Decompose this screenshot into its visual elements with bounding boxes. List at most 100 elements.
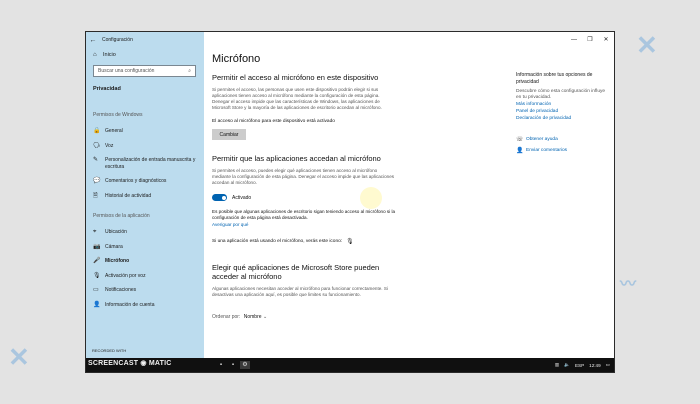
sidebar-item-label: Inicio (103, 52, 116, 58)
section-title: Privacidad (93, 86, 121, 92)
sort-value: Nombre (243, 314, 262, 320)
notification-center-icon[interactable]: ▭ (606, 362, 610, 368)
maximize-icon[interactable]: ❐ (582, 32, 598, 48)
microphone-icon: 🎤 (93, 258, 101, 264)
minimize-icon[interactable]: — (566, 32, 582, 48)
sidebar-item-label: Cámara (105, 243, 123, 250)
sidebar: ← Configuración ⌂ Inicio Buscar una conf… (86, 32, 204, 358)
app-access-description: Si permites el acceso, puedes elegir qué… (212, 168, 395, 185)
device-access-heading: Permitir el acceso al micrófono en este … (212, 73, 379, 82)
lock-icon: 🔒 (93, 128, 101, 134)
notifications-icon: ▭ (93, 287, 99, 293)
sidebar-item-microphone[interactable]: 🎤 Micrófono (86, 254, 204, 269)
voice-activation-icon: 🎙 (93, 272, 101, 279)
language-indicator[interactable]: ESP (575, 363, 584, 368)
toggle-knob (221, 195, 226, 200)
privacy-dashboard-link[interactable]: Panel de privacidad (516, 108, 611, 115)
taskbar-app-icon[interactable]: ▪ (216, 361, 226, 369)
account-info-icon: 👤 (93, 301, 101, 308)
sidebar-item-feedback[interactable]: 💬 Comentarios y diagnósticos (86, 174, 204, 189)
group-header: Permisos de la aplicación (93, 213, 150, 219)
sidebar-item-account-info[interactable]: 👤 Información de cuenta (86, 298, 204, 313)
sidebar-item-home[interactable]: ⌂ Inicio (86, 48, 204, 62)
search-placeholder: Buscar una configuración (98, 68, 155, 74)
chevron-down-icon: ⌄ (262, 314, 268, 320)
sidebar-item-history[interactable]: 🗎 Historial de actividad (86, 189, 204, 204)
volume-icon[interactable]: 🔈 (564, 362, 570, 368)
titlebar: ← Configuración (86, 32, 204, 48)
sidebar-item-label: Notificaciones (105, 287, 137, 293)
sidebar-item-label: General (105, 128, 123, 134)
device-access-description: Si permites el acceso, las personas que … (212, 87, 382, 110)
sidebar-item-label: Historial de actividad (105, 192, 152, 199)
search-icon[interactable]: ⌕ (188, 68, 191, 74)
sidebar-item-camera[interactable]: 📷 Cámara (86, 240, 204, 255)
taskbar-app-icon[interactable]: ▪ (228, 361, 238, 369)
sidebar-item-lock[interactable]: 🔒 General (86, 124, 204, 139)
in-use-icon-note: Si una aplicación está usando el micrófo… (212, 238, 496, 245)
sidebar-item-label: Personalización de entrada manuscrita y … (105, 157, 196, 170)
back-arrow-icon[interactable]: ← (86, 37, 100, 44)
background-decoration: ✕ (636, 30, 658, 60)
app-access-toggle[interactable] (212, 194, 227, 201)
watermark: SCREENCAST ◉ MATIC (88, 360, 172, 367)
settings-taskbar-icon[interactable]: ⚙ (240, 361, 250, 369)
microphone-icon: 🎙 (346, 239, 354, 245)
sidebar-item-speech[interactable]: 🗣 Voz (86, 139, 204, 154)
home-icon: ⌂ (93, 52, 97, 58)
device-access-status: El acceso al micrófono para este disposi… (212, 119, 335, 124)
location-icon: ⌖ (93, 229, 97, 235)
main-content: Micrófono Permitir el acceso al micrófon… (212, 32, 496, 358)
system-tray: ▥ 🔈 ESP 12:49 ▭ (555, 358, 610, 372)
settings-window: ← Configuración ⌂ Inicio Buscar una conf… (86, 32, 614, 372)
taskbar: SCREENCAST ◉ MATIC ▪ ▪ ⚙ ▥ 🔈 ESP 12:49 ▭ (86, 358, 614, 372)
change-button[interactable]: Cambiar (212, 129, 246, 140)
sort-dropdown[interactable]: Ordenar por: Nombre ⌄ (212, 314, 496, 320)
get-help-link[interactable]: ☏ Obtener ayuda (516, 136, 611, 143)
background-decoration: 〰 (620, 276, 637, 293)
privacy-statement-link[interactable]: Declaración de privacidad (516, 115, 611, 122)
get-help-label: Obtener ayuda (526, 137, 558, 142)
desktop-apps-note: Es posible que algunas aplicaciones de e… (212, 209, 396, 220)
sidebar-item-voice-activation[interactable]: 🎙 Activación por voz (86, 269, 204, 284)
more-info-link[interactable]: Más información (516, 101, 611, 108)
privacy-info-title: Información sobre tus opciones de privac… (516, 72, 593, 85)
pen-icon: ✎ (93, 157, 99, 163)
help-icon: ☏ (516, 137, 524, 143)
window-controls: — ❐ ✕ (566, 32, 614, 48)
recorded-with-label: RECORDED WITH (92, 348, 127, 353)
camera-icon: 📷 (93, 243, 101, 250)
sidebar-item-label: Micrófono (105, 258, 130, 264)
sidebar-item-location[interactable]: ⌖ Ubicación (86, 225, 204, 240)
sidebar-item-label: Activación por voz (105, 272, 146, 279)
send-feedback-link[interactable]: 👤 Enviar comentarios (516, 147, 611, 154)
page-title: Micrófono (212, 53, 261, 65)
store-apps-description: Algunas aplicaciones necesitan acceder a… (212, 286, 388, 297)
network-icon[interactable]: ▥ (555, 362, 559, 368)
privacy-info-description: Descubre cómo esta configuración influye… (516, 89, 606, 100)
learn-why-link[interactable]: Averiguar por qué (212, 222, 397, 228)
sidebar-item-pen[interactable]: ✎ Personalización de entrada manuscrita y… (86, 153, 204, 174)
store-apps-heading: Elegir qué aplicaciones de Microsoft Sto… (212, 263, 380, 281)
search-input[interactable]: Buscar una configuración ⌕ (93, 65, 196, 77)
history-icon: 🗎 (93, 192, 98, 199)
right-panel: Información sobre tus opciones de privac… (516, 72, 611, 154)
feedback-icon: 💬 (93, 178, 101, 184)
clock[interactable]: 12:49 (589, 363, 601, 368)
sidebar-item-label: Comentarios y diagnósticos (105, 178, 167, 184)
in-use-icon-note-text: Si una aplicación está usando el micrófo… (212, 239, 343, 244)
toggle-label: Activado (232, 194, 252, 201)
send-feedback-label: Enviar comentarios (526, 148, 568, 153)
speech-icon: 🗣 (93, 142, 101, 149)
sidebar-item-label: Ubicación (105, 229, 127, 235)
sidebar-item-label: Información de cuenta (105, 301, 155, 308)
background-decoration: ✕ (8, 342, 30, 372)
feedback-icon: 👤 (516, 148, 524, 154)
app-title: Configuración (102, 37, 133, 43)
sort-label: Ordenar por: (212, 314, 241, 320)
group-header: Permisos de Windows (93, 112, 143, 118)
sidebar-item-notifications[interactable]: ▭ Notificaciones (86, 283, 204, 298)
sidebar-item-label: Voz (105, 142, 114, 149)
cursor-highlight (360, 187, 382, 209)
close-icon[interactable]: ✕ (598, 32, 614, 48)
